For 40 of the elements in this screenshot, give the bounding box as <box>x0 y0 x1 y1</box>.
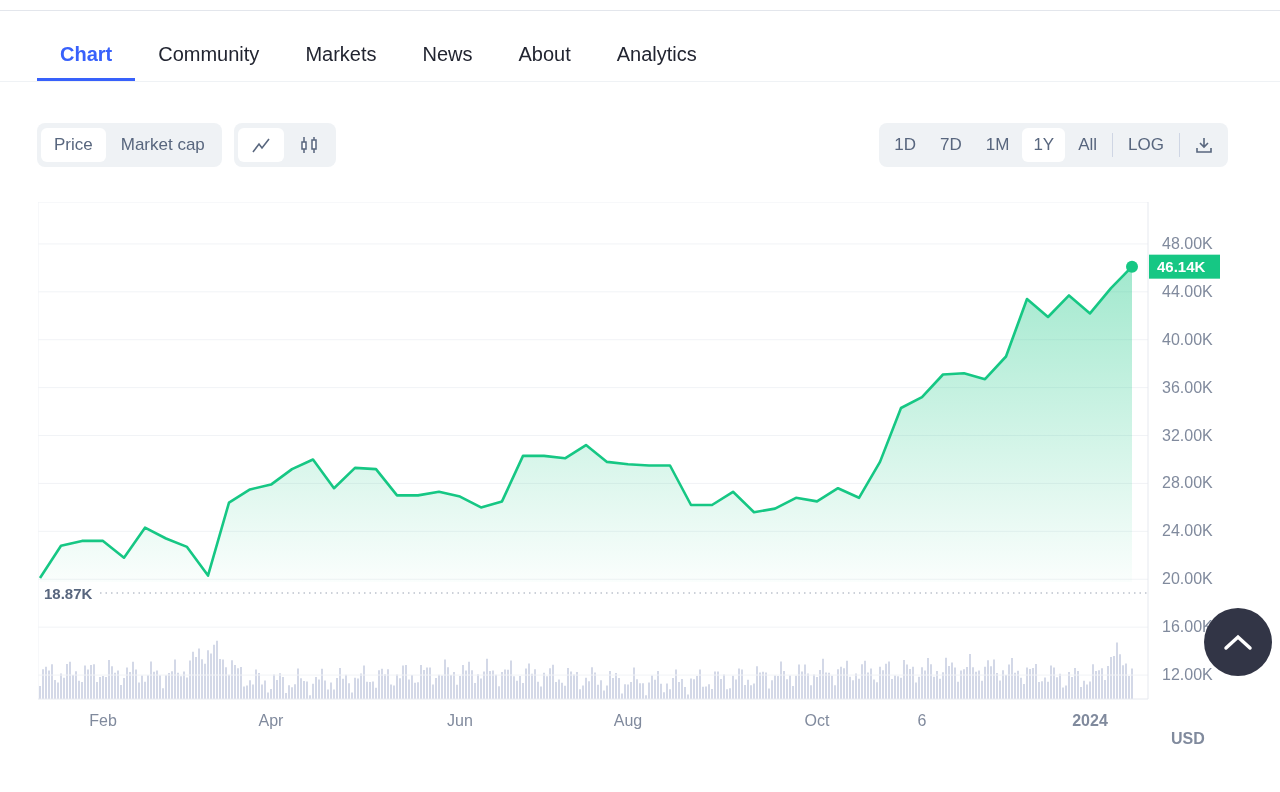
tab[interactable]: Analytics <box>593 37 720 81</box>
candlestick-icon <box>299 136 318 154</box>
x-axis-label: Feb <box>89 712 117 729</box>
chevron-up-icon <box>1223 633 1253 651</box>
x-axis-label: Apr <box>258 712 284 729</box>
y-axis-label: 12.00K <box>1162 666 1213 684</box>
y-axis-label: 28.00K <box>1162 474 1213 492</box>
x-axis-label: Aug <box>613 712 643 729</box>
tab[interactable]: Markets <box>282 37 400 81</box>
x-axis-label: Oct <box>804 712 830 729</box>
x-axis-label: Jun <box>447 712 473 729</box>
current-price-dot <box>1126 260 1138 273</box>
line-chart-icon <box>251 137 270 153</box>
range-option[interactable]: 1Y <box>1022 128 1066 162</box>
currency-label: USD <box>1171 730 1205 747</box>
current-price: 46.14K <box>1157 257 1206 275</box>
y-axis-label: 20.00K <box>1162 570 1213 588</box>
y-axis-label: 48.00K <box>1162 234 1213 252</box>
tab[interactable]: News <box>399 37 496 81</box>
range-option[interactable]: 1M <box>974 128 1021 162</box>
metric-option[interactable]: Price <box>41 128 106 162</box>
log-scale-button[interactable]: LOG <box>1117 128 1175 162</box>
current-price-badge <box>1149 254 1220 279</box>
range-option[interactable]: 1D <box>883 128 928 162</box>
baseline-price: 18.87K <box>44 585 93 602</box>
x-axis-label: 2024 <box>1072 712 1108 729</box>
x-axis-label: 6 <box>917 712 927 729</box>
tab[interactable]: Community <box>135 37 283 81</box>
y-axis-label: 40.00K <box>1162 330 1213 348</box>
y-axis-label: 24.00K <box>1162 522 1213 540</box>
y-axis-label: 36.00K <box>1162 378 1213 396</box>
range-option[interactable]: All <box>1067 128 1109 162</box>
metric-option[interactable]: Market cap <box>107 128 218 162</box>
download-icon <box>1195 136 1213 154</box>
y-axis-label: 44.00K <box>1162 282 1213 300</box>
range-option[interactable]: 7D <box>929 128 973 162</box>
tab[interactable]: About <box>495 37 594 81</box>
line-chart-button[interactable] <box>237 128 284 162</box>
tab[interactable]: Chart <box>37 37 136 81</box>
y-axis-label: 32.00K <box>1162 426 1213 444</box>
